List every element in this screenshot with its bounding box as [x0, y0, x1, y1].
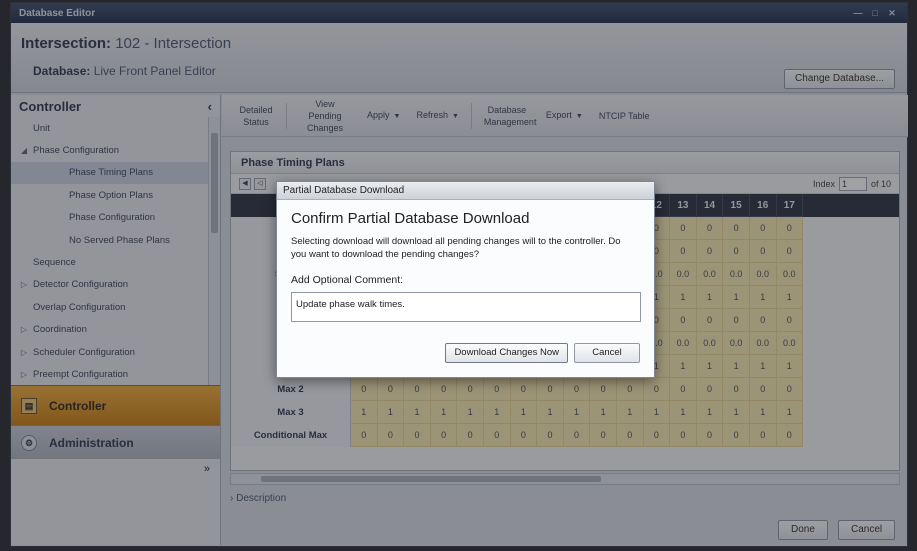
dialog-heading: Confirm Partial Database Download	[291, 210, 530, 227]
partial-download-dialog: Partial Database Download Confirm Partia…	[276, 181, 655, 378]
dialog-title: Partial Database Download	[277, 182, 654, 200]
dialog-cancel-button[interactable]: Cancel	[574, 343, 640, 363]
dialog-body: Confirm Partial Database Download Select…	[277, 200, 654, 332]
dialog-buttons: Download Changes Now Cancel	[445, 343, 640, 363]
download-changes-button[interactable]: Download Changes Now	[445, 343, 568, 363]
comment-field[interactable]: Update phase walk times.	[291, 292, 641, 322]
dialog-message: Selecting download will download all pen…	[291, 236, 621, 260]
comment-label: Add Optional Comment:	[291, 274, 404, 286]
